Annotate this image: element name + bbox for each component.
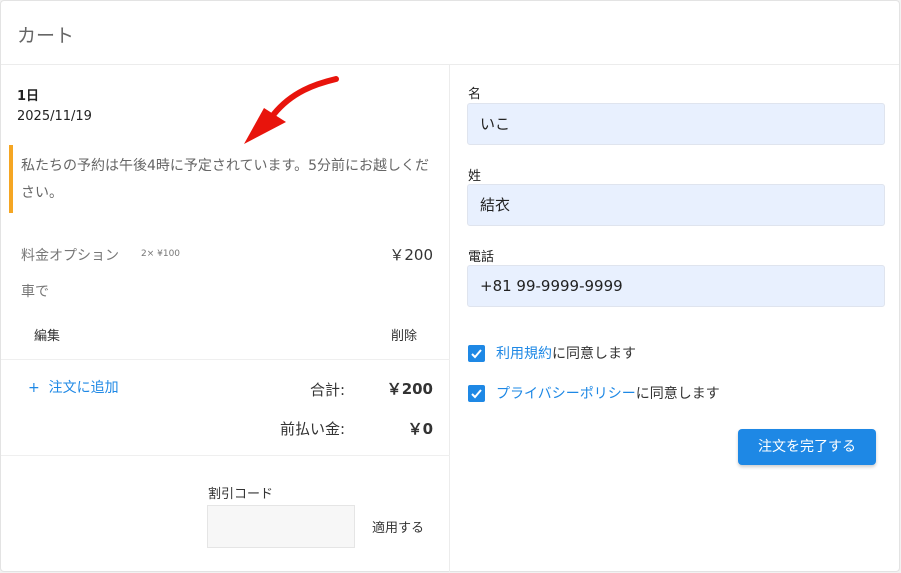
total-label: 合計: [309,381,345,399]
total-value: ￥200 [386,380,433,398]
annotation-arrow-icon [244,76,339,144]
apply-discount-button[interactable]: 適用する [372,517,424,536]
first-name-label: 名 [468,87,482,102]
first-name-field[interactable]: いこ [467,103,885,145]
prepay-value: ￥0 [407,420,433,438]
terms-suffix: に同意します [552,346,636,362]
customer-form-panel: 名 いこ 姓 結衣 電話 +81 99-9999-9999 利用規約に同意します… [450,65,900,572]
booking-notice: 私たちの予約は午後4時に予定されています。5分前にお越しください。 [9,145,439,213]
terms-consent: 利用規約に同意します [496,343,636,363]
last-name-field[interactable]: 結衣 [467,184,885,226]
booking-day: 1日 [17,89,40,104]
divider [1,455,450,456]
discount-code-label: 割引コード [208,487,274,502]
page-title: カート [17,25,75,47]
add-to-order-label: 注文に追加 [48,380,119,396]
cart-header: カート [1,1,899,65]
terms-checkbox[interactable] [468,345,485,362]
phone-field[interactable]: +81 99-9999-9999 [467,265,885,307]
booking-notice-text: 私たちの予約は午後4時に予定されています。5分前にお越しください。 [21,158,429,201]
complete-order-button[interactable]: 注文を完了する [738,429,876,465]
edit-button[interactable]: 編集 [34,325,60,344]
price-option-label: 料金オプション [21,248,119,264]
checkmark-icon [471,389,482,399]
delete-button[interactable]: 削除 [377,325,417,344]
prepay-label: 前払い金: [279,420,345,438]
terms-link[interactable]: 利用規約 [496,346,552,362]
divider [1,359,450,360]
privacy-consent: プライバシーポリシーに同意します [496,383,720,403]
cart-card: カート 1日 2025/11/19 私たちの予約は午後4時に予定されています。5… [0,0,900,572]
privacy-link[interactable]: プライバシーポリシー [496,386,636,402]
discount-code-input[interactable] [207,505,355,548]
plus-icon: + [28,380,40,396]
price-option-amount: ￥200 [389,246,433,264]
last-name-label: 姓 [468,169,482,184]
phone-label: 電話 [468,250,495,265]
privacy-checkbox[interactable] [468,385,485,402]
order-summary-panel: 1日 2025/11/19 私たちの予約は午後4時に予定されています。5分前にお… [1,65,450,572]
price-option-qty: 2× ¥100 [141,249,181,259]
booking-date: 2025/11/19 [17,109,92,124]
privacy-suffix: に同意します [635,386,720,402]
transport-label: 車で [21,284,49,300]
checkmark-icon [471,349,482,359]
add-to-order-button[interactable]: + 注文に追加 [28,377,119,397]
